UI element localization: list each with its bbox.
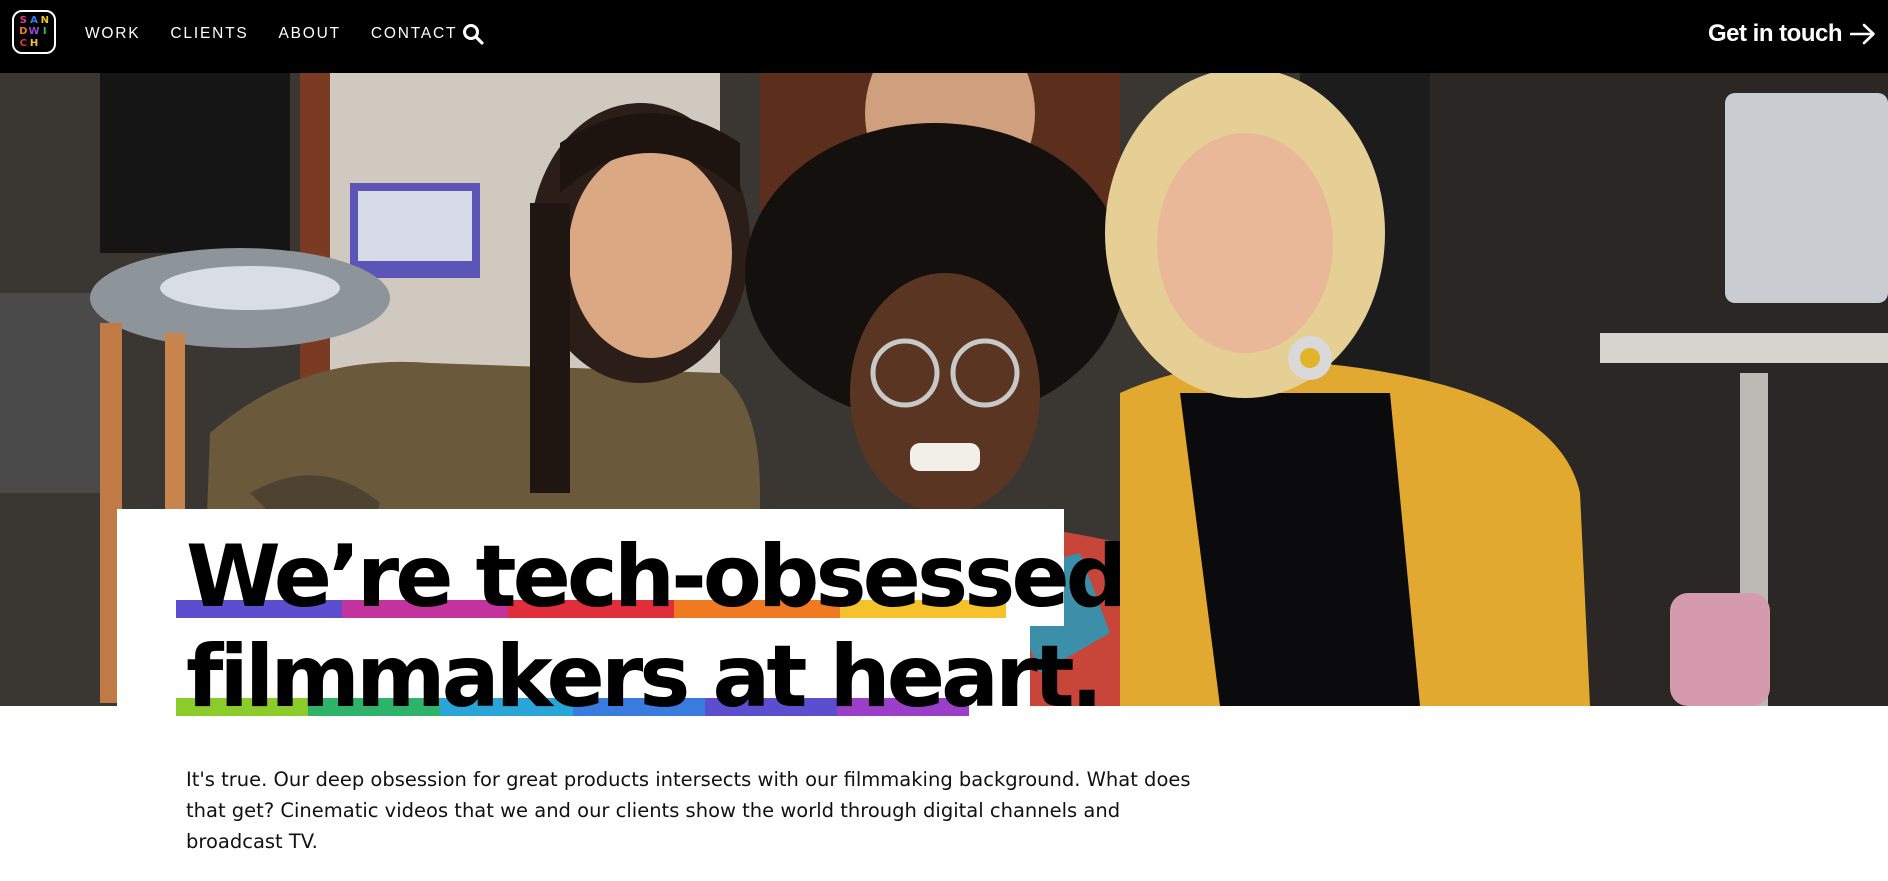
nav-link-work[interactable]: WORK xyxy=(85,25,140,42)
get-in-touch-button[interactable]: Get in touch xyxy=(1708,18,1876,50)
logo-letter: N xyxy=(40,15,49,26)
nav-link-clients[interactable]: CLIENTS xyxy=(170,25,248,42)
logo-letter: D xyxy=(19,26,28,38)
nav-link-contact[interactable]: CONTACT xyxy=(371,25,457,42)
logo-letter: H xyxy=(29,37,39,49)
logo-letter: A xyxy=(30,15,38,26)
headline-line-2: filmmakers at heart. xyxy=(186,627,1103,727)
logo-letter: I xyxy=(42,26,47,38)
arrow-right-icon xyxy=(1850,23,1875,45)
headline-line-1: We’re tech-obsessed xyxy=(186,527,1127,627)
intro-paragraph: It's true. Our deep obsession for great … xyxy=(186,768,1191,853)
search-icon[interactable] xyxy=(461,22,485,46)
sandwich-logo[interactable]: SAN DWI CH xyxy=(12,10,56,54)
logo-letter: S xyxy=(19,15,27,26)
top-navigation: SAN DWI CH WORK CLIENTS ABOUT CONTACT Get … xyxy=(0,0,1888,73)
nav-link-about[interactable]: ABOUT xyxy=(278,25,340,42)
hero-headline: We’re tech-obsessed filmmakers at heart. xyxy=(176,527,1127,727)
logo-letter: C xyxy=(19,37,27,49)
nav-menu: WORK CLIENTS ABOUT CONTACT xyxy=(85,0,487,68)
logo-letter xyxy=(40,38,50,49)
get-in-touch-label: Get in touch xyxy=(1708,20,1843,47)
logo-letter: W xyxy=(28,26,40,38)
